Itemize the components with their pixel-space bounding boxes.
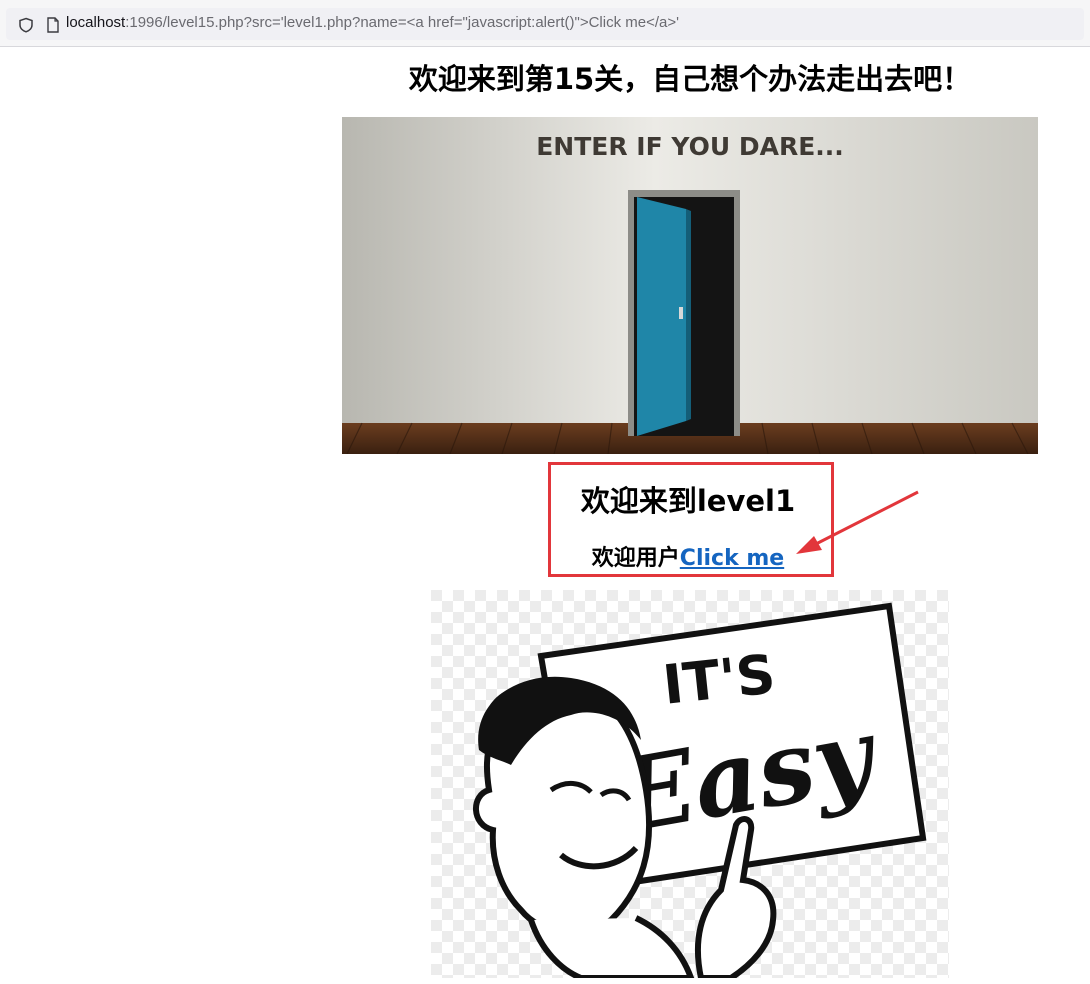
url-path: :1996/level15.php?src='level1.php?name=<… <box>125 14 679 31</box>
sign-text-its: IT'S <box>660 642 778 716</box>
address-bar[interactable]: localhost:1996/level15.php?src='level1.p… <box>6 8 1084 40</box>
page-title: 欢迎来到第15关，自己想个办法走出去吧！ <box>408 62 972 96</box>
door-image: ENTER IF YOU DARE... <box>342 117 1038 454</box>
user-prefix: 欢迎用户 <box>591 546 680 571</box>
easy-cartoon-image: IT'S Easy <box>431 590 949 978</box>
url-host: localhost <box>66 14 126 31</box>
level1-heading: 欢迎来到level1 <box>580 484 796 518</box>
click-me-link[interactable]: Click me <box>680 546 784 571</box>
shield-icon[interactable] <box>18 17 34 33</box>
welcome-user-line: 欢迎用户Click me <box>548 540 828 572</box>
browser-toolbar: localhost:1996/level15.php?src='level1.p… <box>0 0 1090 47</box>
door-sign-text: ENTER IF YOU DARE... <box>536 132 844 161</box>
annotation-arrow-icon <box>796 490 919 554</box>
url-text[interactable]: localhost:1996/level15.php?src='level1.p… <box>66 14 679 31</box>
page-icon <box>47 17 59 33</box>
